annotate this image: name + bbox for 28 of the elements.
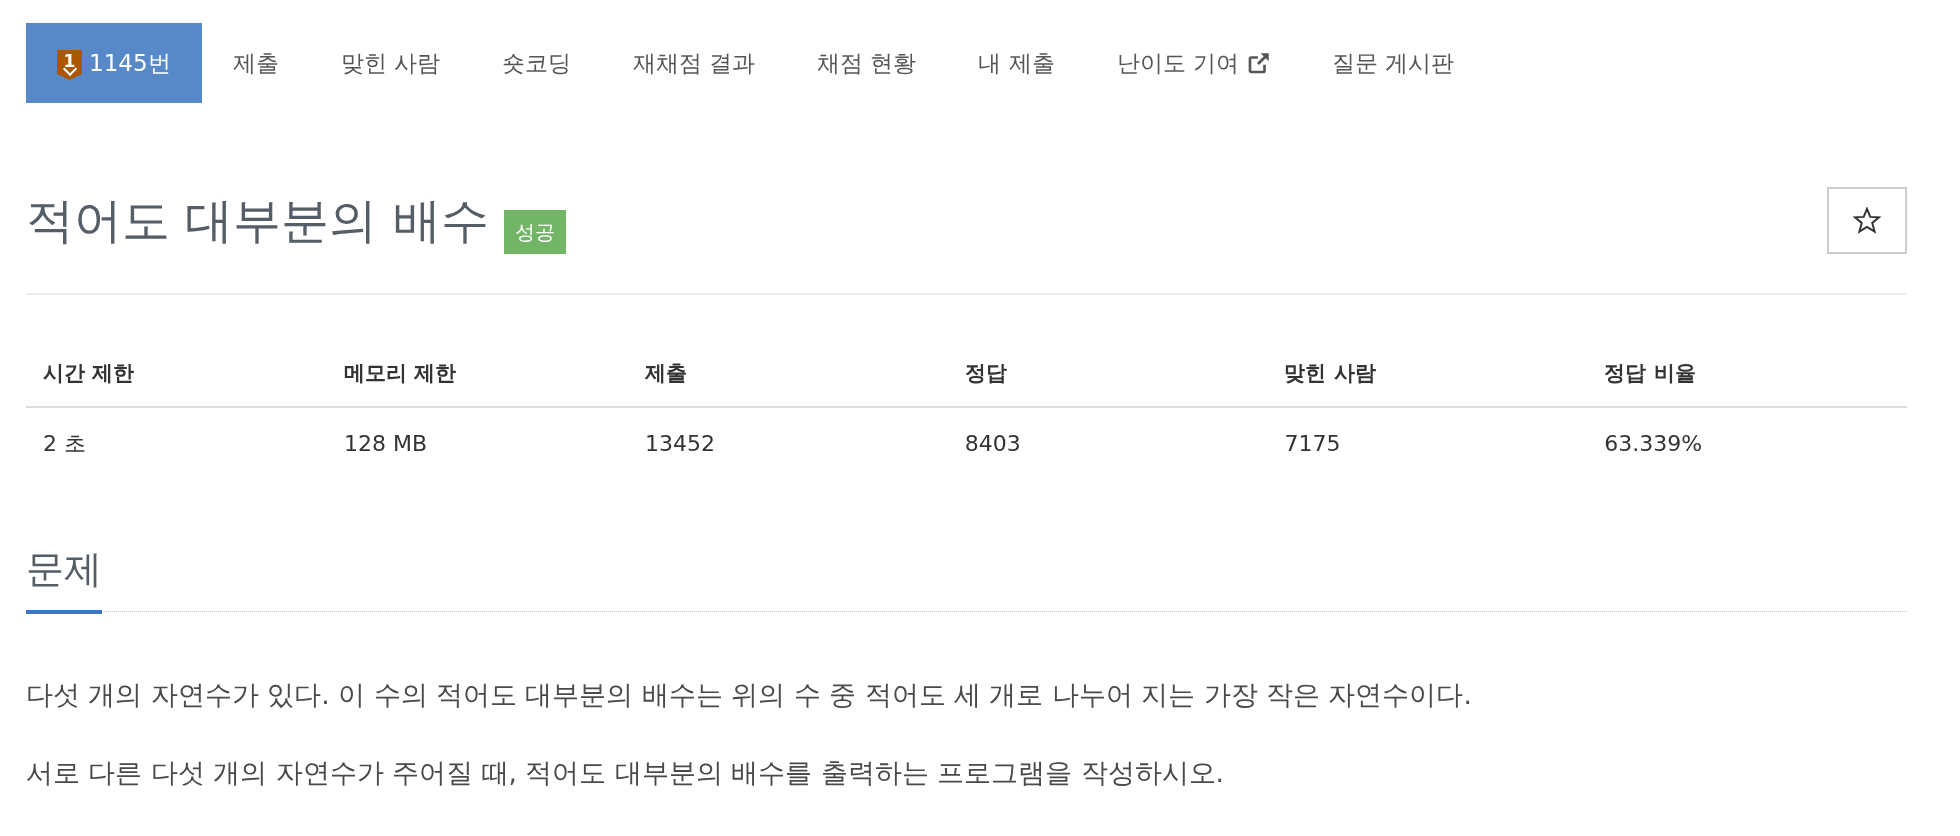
- column-header: 메모리 제한: [326, 349, 628, 407]
- favorite-button[interactable]: [1827, 186, 1907, 254]
- column-header: 정답 비율: [1587, 349, 1907, 407]
- nav-tab[interactable]: 1 1145번: [26, 23, 202, 103]
- nav-tab[interactable]: 제출: [201, 23, 310, 103]
- table-cell: 8403: [947, 407, 1268, 480]
- nav-tab[interactable]: 재채점 결과: [601, 23, 787, 103]
- table-cell: 2 초: [26, 407, 327, 480]
- table-cell: 13452: [627, 407, 948, 480]
- nav-tab[interactable]: 질문 게시판: [1301, 23, 1486, 103]
- nav-tab[interactable]: 맞힌 사람: [309, 23, 471, 103]
- column-header: 제출: [627, 349, 948, 407]
- result-badge: 성공: [503, 210, 566, 254]
- nav-tab[interactable]: 숏코딩: [470, 23, 602, 103]
- table-cell: 128 MB: [326, 407, 628, 480]
- column-header: 정답: [947, 349, 1268, 407]
- problem-paragraph: 서로 다른 다섯 개의 자연수가 주어질 때, 적어도 대부분의 배수를 출력하는 프로그램을 작성하시오.: [26, 756, 1225, 790]
- problem-title: 적어도 대부분의 배수: [26, 190, 489, 250]
- table-cell: 7175: [1267, 407, 1588, 480]
- problem-paragraph: 다섯 개의 자연수가 있다. 이 수의 적어도 대부분의 배수는 위의 수 중 적어도 세 개로 나누어 지는 가장 작은 자연수이다.: [26, 678, 1473, 712]
- nav-tab[interactable]: 채점 현황: [786, 23, 948, 103]
- column-header: 시간 제한: [26, 349, 327, 407]
- tier-badge: 1: [57, 50, 82, 80]
- section-heading: 문제: [26, 547, 102, 614]
- column-header: 맞힌 사람: [1267, 349, 1588, 407]
- nav-tab[interactable]: 난이도 기여: [1085, 23, 1302, 103]
- nav-tab[interactable]: 내 제출: [947, 23, 1086, 103]
- table-cell: 63.339%: [1587, 407, 1907, 480]
